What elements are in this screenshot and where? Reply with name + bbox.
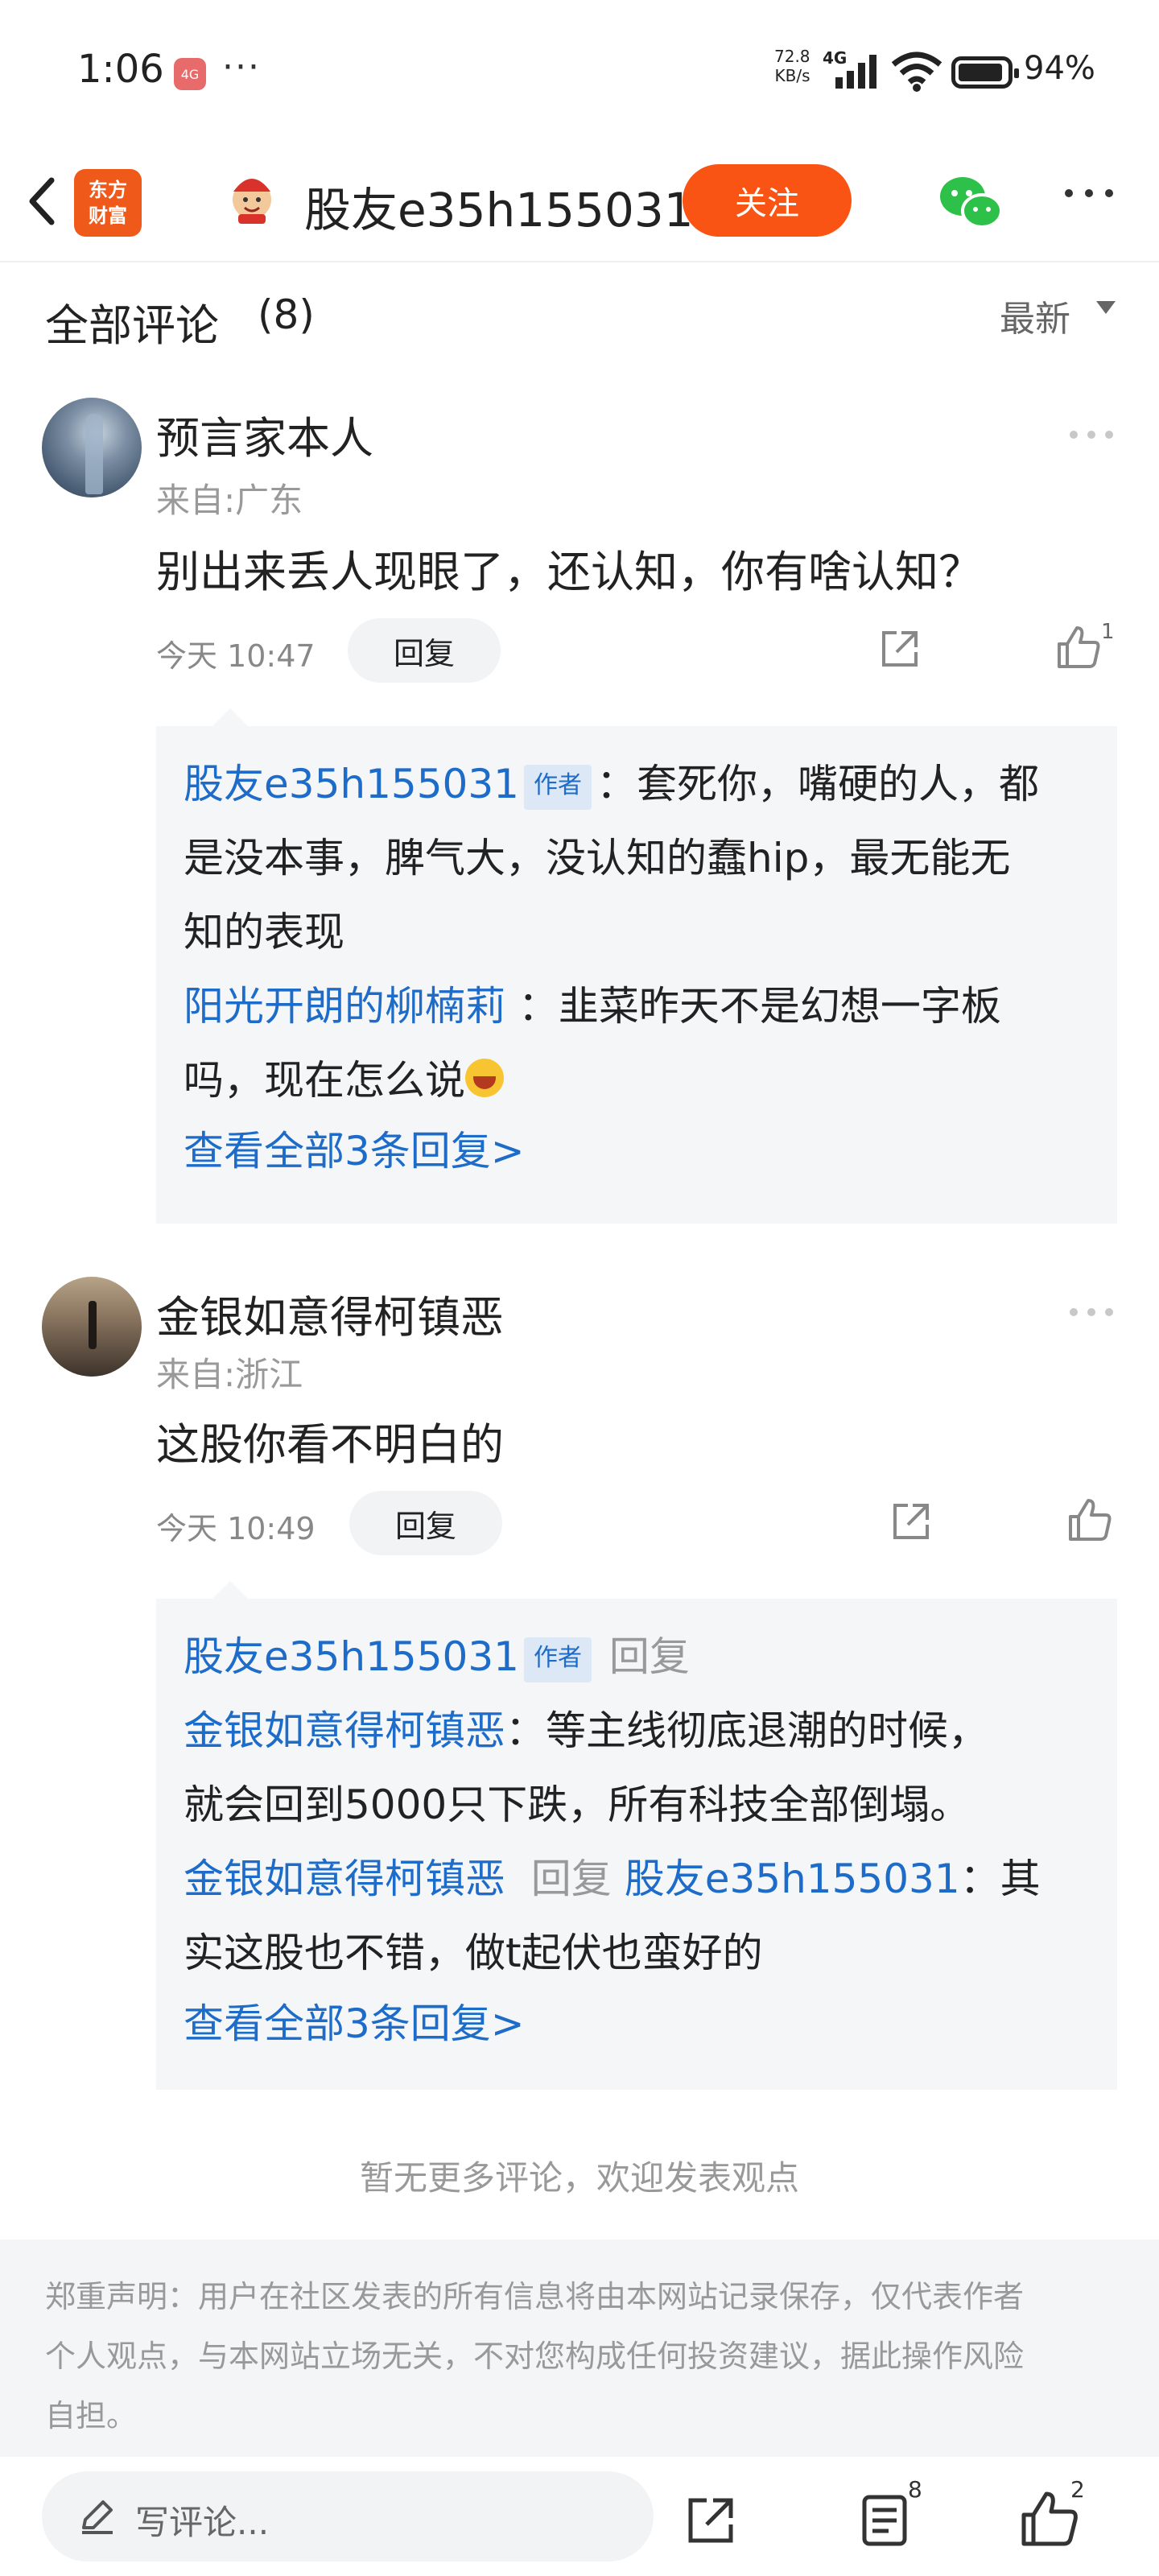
author-badge: 作者: [523, 1637, 592, 1682]
no-more-comments-text: 暂无更多评论，欢迎发表观点: [359, 2158, 799, 2198]
back-arrow-icon[interactable]: [19, 169, 68, 233]
reply-author[interactable]: 股友e35h155031: [184, 1633, 519, 1680]
bottom-action-bar: 写评论... 8 2: [0, 2457, 1159, 2576]
reply-text: 就会回到5000只下跌，所有科技全部倒塌。: [184, 1781, 971, 1828]
network-speed: 72.8 KB/s: [774, 47, 810, 85]
reply-text: ：套死你，嘴硬的人，都: [596, 761, 1039, 807]
view-all-replies-link[interactable]: 查看全部3条回复>: [184, 1117, 1090, 1185]
wechat-share-icon[interactable]: [937, 169, 1004, 237]
comment-more-icon[interactable]: [1067, 1304, 1116, 1320]
reply-text: 知的表现: [184, 909, 344, 956]
reply-author[interactable]: 股友e35h155031: [184, 761, 519, 807]
reply-word: 回复: [608, 1633, 690, 1680]
comment-timestamp: 今天 10:47: [156, 638, 316, 674]
comments-count: (8): [258, 291, 315, 338]
battery-percent: 94%: [1024, 50, 1095, 87]
battery-icon: [951, 56, 1019, 89]
comment-avatar[interactable]: [42, 1277, 142, 1377]
app-logo-line2: 财富: [89, 204, 127, 227]
comment-text: 别出来丢人现眼了，还认知，你有啥认知？: [156, 547, 982, 597]
reply-thread: 股友e35h155031 作者 回复 金银如意得柯镇恶：等主线彻底退潮的时候， 就…: [156, 1581, 1117, 2090]
signal-icon: [835, 55, 876, 89]
notification-app-icon: 4G: [174, 58, 206, 90]
comments-section-title: 全部评论: [45, 300, 219, 351]
comments-list-icon[interactable]: [856, 2492, 913, 2549]
chevron-down-icon[interactable]: [1096, 301, 1116, 314]
reply-button[interactable]: 回复: [348, 618, 501, 683]
disclaimer: 郑重声明：用户在社区发表的所有信息将由本网站记录保存，仅代表作者 个人观点，与本…: [0, 2240, 1159, 2457]
like-icon[interactable]: [1066, 1496, 1114, 1544]
reply-text: 是没本事，脾气大，没认知的蠢hip，最无能无: [184, 835, 1011, 881]
comment-location: 来自:浙江: [156, 1355, 303, 1394]
author-avatar-icon[interactable]: [224, 169, 280, 225]
like-count-badge: 2: [1070, 2476, 1085, 2503]
author-badge: 作者: [523, 765, 592, 810]
reply-button[interactable]: 回复: [349, 1491, 502, 1555]
comment-more-icon[interactable]: [1067, 427, 1116, 443]
app-logo[interactable]: 东方 财富: [74, 169, 142, 237]
share-icon[interactable]: [889, 1499, 934, 1544]
comment-location: 来自:广东: [156, 481, 303, 520]
reply-thread: 股友e35h155031 作者 ：套死你，嘴硬的人，都 是没本事，脾气大，没认知的蠢…: [156, 708, 1117, 1224]
status-time: 1:06: [77, 47, 164, 92]
reply-text: ：韭菜昨天不是幻想一字板: [518, 983, 1001, 1030]
comment-username[interactable]: 预言家本人: [156, 402, 373, 466]
reply-text: 实这股也不错，做t起伏也蛮好的: [184, 1930, 763, 1976]
disclaimer-line: 个人观点，与本网站立场无关，不对您构成任何投资建议，据此操作风险: [45, 2339, 1025, 2374]
more-options-icon[interactable]: [1061, 177, 1117, 209]
network-speed-value: 72.8: [774, 47, 810, 66]
reply-text: ：其: [959, 1856, 1041, 1902]
follow-button[interactable]: 关注: [683, 164, 852, 237]
app-logo-line1: 东方: [89, 179, 127, 201]
comment-input-placeholder: 写评论...: [135, 2503, 270, 2542]
share-icon[interactable]: [877, 626, 922, 671]
top-nav-bar: 东方 财富 股友e35h155031 关注: [0, 145, 1159, 262]
laughing-emoji-icon: [465, 1059, 504, 1097]
wifi-icon: [891, 52, 942, 92]
comment-avatar[interactable]: [42, 398, 142, 497]
like-icon[interactable]: [1054, 623, 1103, 671]
reply-text: ：等主线彻底退潮的时候，: [505, 1707, 988, 1754]
reply-item[interactable]: 阳光开朗的柳楠莉 ：韭菜昨天不是幻想一字板 吗，现在怎么说: [184, 969, 1090, 1117]
more-notifications-icon: ···: [222, 47, 261, 88]
disclaimer-line: 郑重声明：用户在社区发表的所有信息将由本网站记录保存，仅代表作者: [45, 2279, 1025, 2314]
comment-input[interactable]: 写评论...: [42, 2471, 654, 2562]
reply-target[interactable]: 金银如意得柯镇恶: [184, 1707, 505, 1754]
comment-username[interactable]: 金银如意得柯镇恶: [156, 1282, 504, 1345]
view-all-replies-link[interactable]: 查看全部3条回复>: [184, 1990, 1090, 2058]
reply-item[interactable]: 金银如意得柯镇恶 回复 股友e35h155031：其 实这股也不错，做t起伏也蛮…: [184, 1842, 1090, 1990]
reply-item[interactable]: 股友e35h155031 作者 回复 金银如意得柯镇恶：等主线彻底退潮的时候， 就…: [184, 1620, 1090, 1842]
reply-word: 回复: [530, 1856, 612, 1902]
comments-count-badge: 8: [908, 2476, 922, 2503]
reply-author[interactable]: 阳光开朗的柳楠莉: [184, 983, 505, 1030]
status-bar: 1:06 4G ··· 72.8 KB/s 4G 94%: [0, 0, 1159, 145]
share-icon[interactable]: [683, 2492, 739, 2549]
disclaimer-line: 自担。: [45, 2398, 138, 2434]
reply-item[interactable]: 股友e35h155031 作者 ：套死你，嘴硬的人，都 是没本事，脾气大，没认知的蠢…: [184, 747, 1090, 969]
page-title: 股友e35h155031: [304, 183, 694, 237]
reply-target[interactable]: 股友e35h155031: [625, 1856, 960, 1902]
pencil-icon: [82, 2500, 113, 2534]
reply-author[interactable]: 金银如意得柯镇恶: [184, 1856, 505, 1902]
reply-text: 吗，现在怎么说: [184, 1057, 465, 1104]
comment-text: 这股你看不明白的: [156, 1419, 504, 1470]
sort-dropdown[interactable]: 最新: [1000, 290, 1070, 341]
comment-timestamp: 今天 10:49: [156, 1511, 316, 1546]
network-speed-unit: KB/s: [774, 66, 810, 85]
like-count: 1: [1101, 620, 1115, 644]
